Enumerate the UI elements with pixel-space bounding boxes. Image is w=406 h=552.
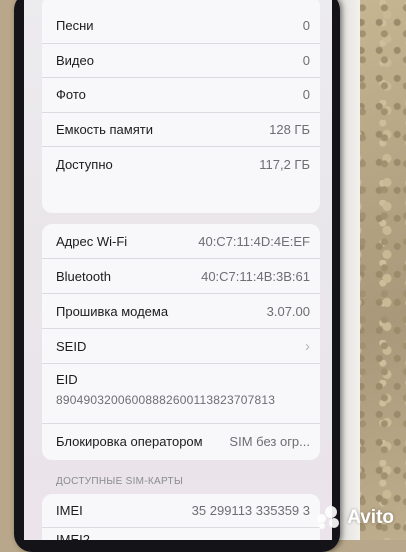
- row-label: IMEI2: [56, 532, 90, 540]
- row-modem-firmware[interactable]: Прошивка модема 3.07.00: [42, 294, 320, 329]
- row-imei[interactable]: IMEI 35 299113 335359 3: [42, 494, 320, 528]
- chevron-right-icon: ›: [305, 337, 310, 355]
- sim-card: IMEI 35 299113 335359 3 IMEI2: [42, 494, 320, 540]
- row-seid[interactable]: SEID ›: [42, 329, 320, 364]
- row-value: 3.07.00: [266, 303, 310, 319]
- section-header-sim: ДОСТУПНЫЕ SIM-КАРТЫ: [56, 476, 184, 487]
- row-songs: Песни 0: [42, 9, 320, 44]
- storage-card: Песни 0 Видео 0 Фото 0 Емкость памяти 12…: [42, 0, 320, 213]
- row-label: Песни: [56, 18, 94, 34]
- avito-watermark: Avito: [317, 506, 394, 530]
- avito-logo-icon: [317, 506, 343, 530]
- row-value: 89049032006008882600113823707813: [56, 393, 276, 407]
- row-label: Адрес Wi-Fi: [56, 233, 128, 249]
- row-label: Емкость памяти: [56, 121, 153, 137]
- row-label: Bluetooth: [56, 268, 111, 284]
- row-wifi-address[interactable]: Адрес Wi-Fi 40:C7:11:4D:4E:EF: [42, 224, 320, 259]
- row-label: Блокировка оператором: [56, 434, 203, 449]
- row-available: Доступно 117,2 ГБ: [42, 147, 320, 182]
- row-value: SIM без огр...: [229, 434, 310, 449]
- row-value: 117,2 ГБ: [259, 156, 310, 172]
- watermark-text: Avito: [347, 507, 394, 528]
- row-capacity: Емкость памяти 128 ГБ: [42, 113, 320, 147]
- row-label: EID: [56, 372, 78, 387]
- row-label: Доступно: [56, 156, 113, 172]
- row-label: Прошивка модема: [56, 303, 169, 319]
- row-imei2[interactable]: IMEI2: [42, 528, 320, 540]
- row-value: 0: [302, 87, 310, 103]
- row-label: Фото: [56, 87, 86, 103]
- phone-screen: Песни 0 Видео 0 Фото 0 Емкость памяти 12…: [24, 0, 332, 540]
- row-label: Видео: [56, 52, 94, 68]
- row-value: 0: [302, 18, 310, 34]
- network-card: Адрес Wi-Fi 40:C7:11:4D:4E:EF Bluetooth …: [42, 224, 320, 460]
- row-value: 40:C7:11:4D:4E:EF: [198, 233, 310, 249]
- row-carrier-lock[interactable]: Блокировка оператором SIM без огр...: [42, 424, 320, 459]
- row-bluetooth[interactable]: Bluetooth 40:C7:11:4B:3B:61: [42, 259, 320, 294]
- row-eid[interactable]: EID 89049032006008882600113823707813: [42, 364, 320, 424]
- row-value: 40:C7:11:4B:3B:61: [201, 268, 310, 284]
- row-photos: Фото 0: [42, 78, 320, 113]
- row-label: IMEI: [56, 503, 83, 518]
- row-value: 35 299113 335359 3: [191, 503, 310, 518]
- row-videos: Видео 0: [42, 44, 320, 78]
- row-value: 0: [302, 52, 310, 68]
- row-value: 128 ГБ: [269, 121, 310, 137]
- row-label: SEID: [56, 338, 87, 354]
